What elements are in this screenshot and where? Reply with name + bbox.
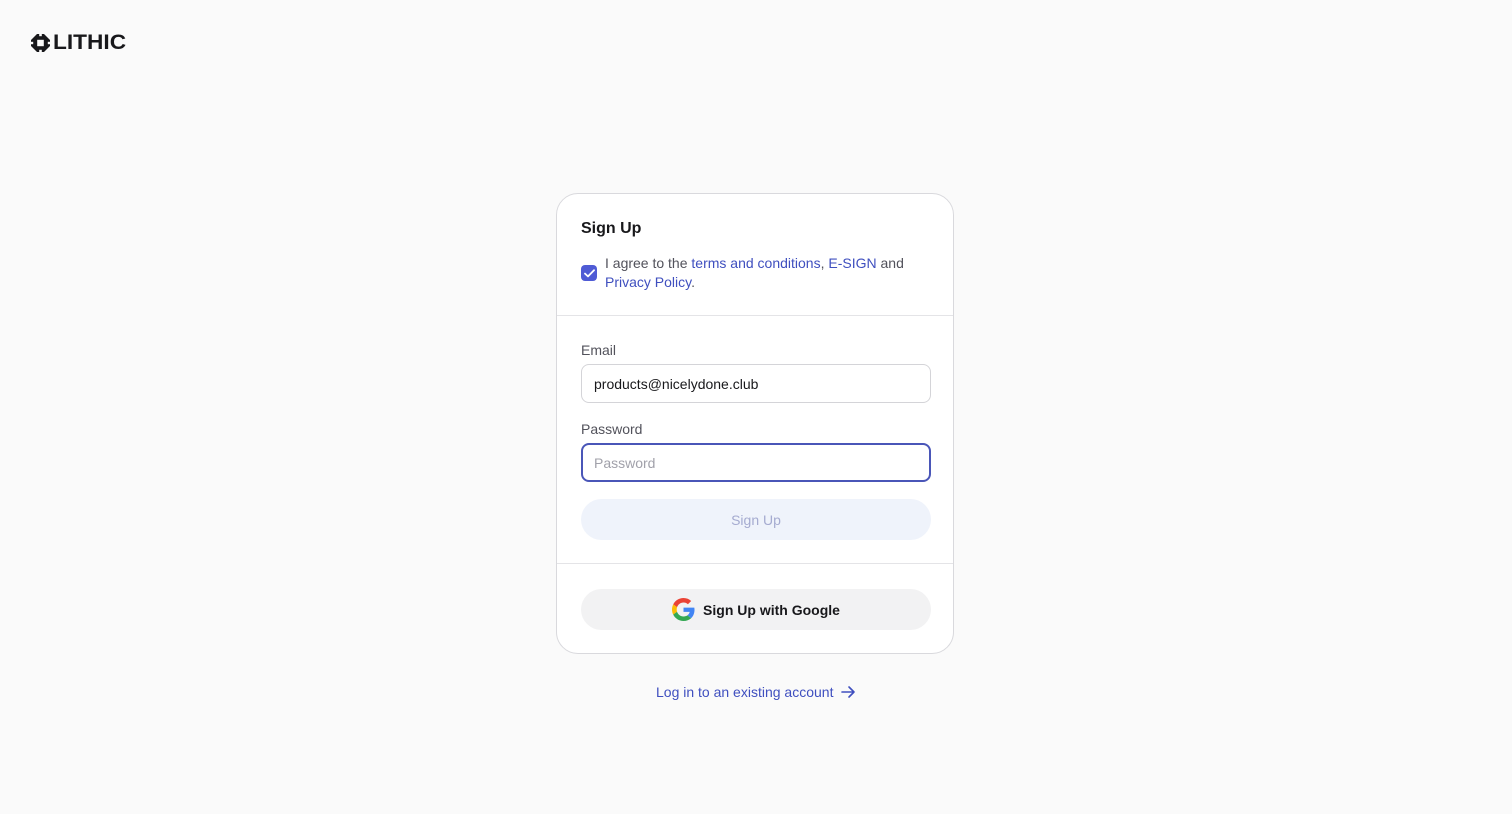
esign-link[interactable]: E-SIGN <box>828 255 876 271</box>
google-button-label: Sign Up with Google <box>703 601 840 618</box>
email-field[interactable] <box>581 364 931 403</box>
lithic-logo-icon <box>31 34 50 52</box>
google-icon <box>672 598 695 621</box>
agreement-section: Sign Up I agree to the terms and conditi… <box>557 194 953 316</box>
oauth-section: Sign Up with Google <box>557 564 953 630</box>
google-sign-up-button[interactable]: Sign Up with Google <box>581 589 931 630</box>
card-title: Sign Up <box>581 220 642 237</box>
privacy-link[interactable]: Privacy Policy <box>605 274 691 290</box>
agree-checkbox[interactable] <box>581 265 597 281</box>
password-field[interactable] <box>581 443 931 482</box>
agreement-row: I agree to the terms and conditions, E-S… <box>581 254 929 292</box>
brand-name: LITHIC <box>53 31 127 54</box>
sign-up-button[interactable]: Sign Up <box>581 499 931 540</box>
login-existing-account-link[interactable]: Log in to an existing account <box>656 683 856 701</box>
arrow-right-icon <box>841 686 856 698</box>
password-label: Password <box>581 421 643 437</box>
email-label: Email <box>581 342 617 358</box>
terms-link[interactable]: terms and conditions <box>691 255 820 271</box>
agreement-and: and <box>876 255 904 271</box>
login-link-label: Log in to an existing account <box>656 684 834 700</box>
agreement-text: I agree to the terms and conditions, E-S… <box>605 254 904 292</box>
credentials-section: Email Password Sign Up <box>557 316 953 564</box>
agreement-prefix: I agree to the <box>605 255 692 271</box>
agreement-suffix: . <box>691 274 695 290</box>
signup-card: Sign Up I agree to the terms and conditi… <box>556 193 954 654</box>
brand-logo[interactable]: LITHIC <box>31 32 126 53</box>
check-icon <box>583 268 595 277</box>
